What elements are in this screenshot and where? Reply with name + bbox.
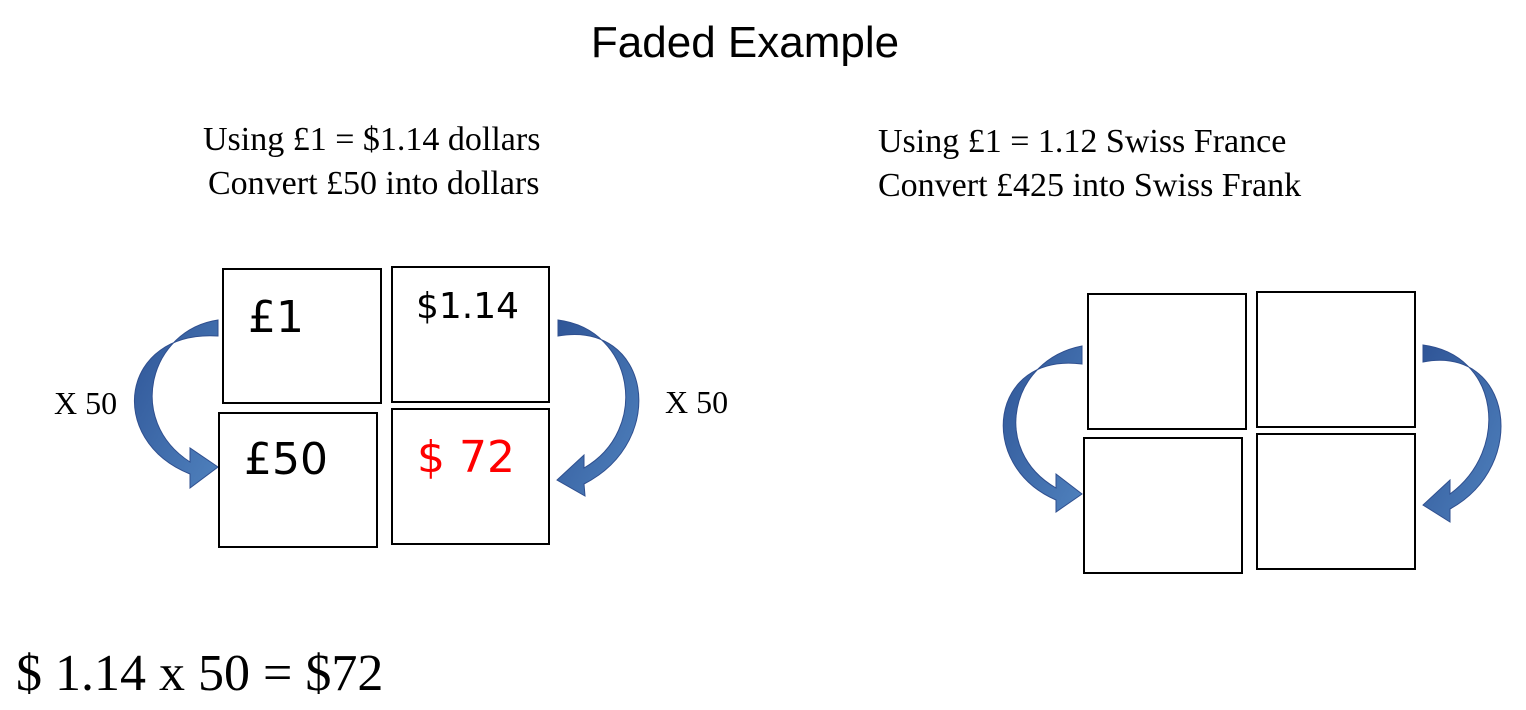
left-grid-bottom-right-box: $ 72 (391, 408, 550, 545)
left-grid-bottom-left-box: £50 (218, 412, 378, 548)
left-grid-right-arrow-icon (556, 319, 640, 497)
right-grid-top-left-box (1087, 293, 1247, 430)
left-grid-left-arrow-icon (133, 319, 219, 489)
left-grid-top-left-value: £1 (248, 292, 304, 343)
right-grid-left-arrow-icon (1002, 345, 1083, 513)
left-multiplier-label: X 50 (54, 385, 118, 421)
left-grid-top-right-box: $1.14 (391, 266, 550, 403)
right-grid-bottom-right-box (1256, 433, 1416, 570)
right-grid-bottom-left-box (1083, 437, 1243, 574)
right-grid-right-arrow-icon (1422, 344, 1502, 523)
left-grid-bottom-right-answer: $ 72 (417, 432, 515, 483)
left-grid-top-right-value: $1.14 (416, 286, 520, 327)
right-grid-top-right-box (1256, 291, 1416, 428)
right-multiplier-label: X 50 (665, 384, 729, 420)
left-grid-bottom-left-value: £50 (244, 434, 328, 485)
working-equation: $ 1.14 x 50 = $72 (16, 645, 384, 702)
left-grid-top-left-box: £1 (222, 268, 382, 404)
